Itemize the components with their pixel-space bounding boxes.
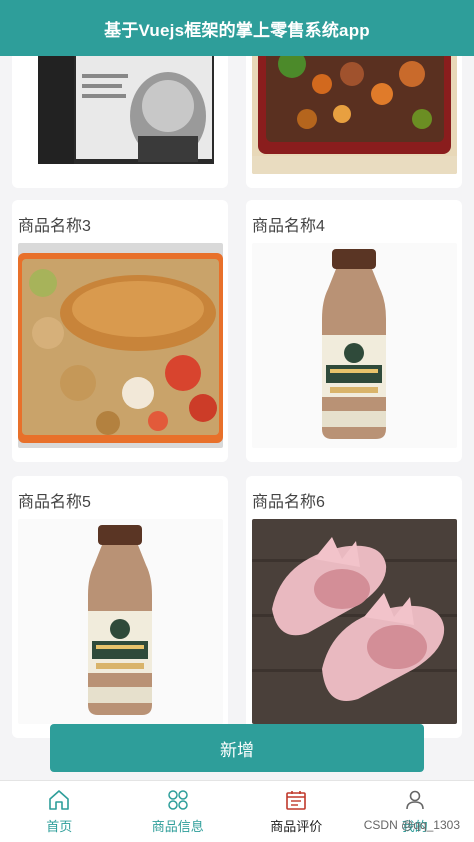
watermark: CSDN @qq_1303 bbox=[363, 818, 460, 832]
product-image bbox=[18, 519, 223, 724]
tab-label: 首页 bbox=[46, 819, 73, 834]
product-name: 商品名称3 bbox=[18, 218, 91, 235]
add-button[interactable]: 新增 bbox=[50, 724, 424, 772]
tab-label: 商品评价 bbox=[270, 819, 323, 834]
tab-label: 商品信息 bbox=[151, 819, 204, 834]
tab-product-info[interactable]: 商品信息 bbox=[119, 781, 238, 842]
tab-mine[interactable]: 我的 bbox=[356, 781, 474, 842]
product-grid[interactable]: 商品名称3 商品名称4 商品名称5 商品名称6 bbox=[0, 56, 474, 780]
page-title: 基于Vuejs框架的掌上零售系统app bbox=[104, 20, 370, 40]
user-icon bbox=[405, 790, 424, 810]
product-name: 商品名称6 bbox=[252, 494, 325, 511]
product-card[interactable]: 商品名称3 bbox=[12, 200, 228, 462]
product-card[interactable] bbox=[12, 56, 228, 188]
tab-home[interactable]: 首页 bbox=[0, 781, 119, 842]
product-image bbox=[252, 243, 457, 448]
home-icon bbox=[49, 790, 70, 810]
product-card[interactable]: 商品名称4 bbox=[246, 200, 462, 462]
calendar-icon bbox=[286, 791, 307, 810]
product-name: 商品名称5 bbox=[18, 494, 91, 511]
product-image bbox=[252, 519, 457, 724]
product-card[interactable] bbox=[246, 56, 462, 188]
product-card[interactable]: 商品名称5 bbox=[12, 476, 228, 738]
product-image bbox=[252, 56, 457, 174]
app-header: 基于Vuejs框架的掌上零售系统app bbox=[0, 0, 474, 56]
product-card[interactable]: 商品名称6 bbox=[246, 476, 462, 738]
product-image bbox=[18, 243, 223, 448]
grid-icon bbox=[168, 790, 188, 810]
product-image bbox=[18, 56, 223, 174]
tab-bar: 首页 商品信息 商品评价 我的 bbox=[0, 780, 474, 842]
product-name: 商品名称4 bbox=[252, 218, 325, 235]
tab-product-reviews[interactable]: 商品评价 bbox=[237, 781, 356, 842]
